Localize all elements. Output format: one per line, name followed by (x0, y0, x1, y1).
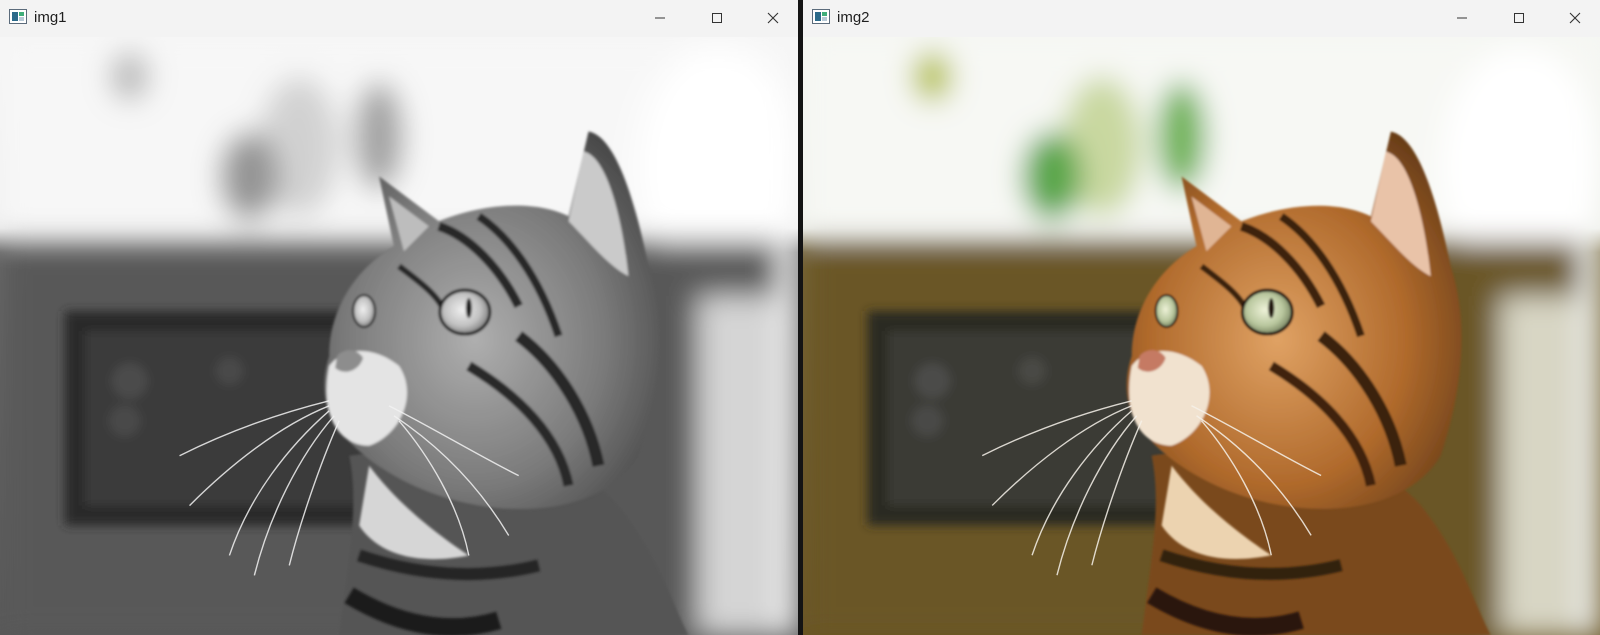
close-button[interactable] (1552, 0, 1598, 36)
window-title: img1 (34, 9, 67, 26)
maximize-button[interactable] (694, 0, 740, 36)
app-icon (9, 9, 27, 24)
maximize-icon (1514, 13, 1524, 23)
minimize-icon (1457, 17, 1467, 19)
cat-photo-color (803, 37, 1600, 635)
minimize-button[interactable] (637, 0, 683, 36)
minimize-icon (655, 17, 665, 19)
titlebar[interactable]: img2 (803, 0, 1600, 37)
close-icon (1569, 12, 1581, 24)
cat-photo-grayscale (0, 37, 798, 635)
image-canvas (0, 37, 798, 635)
minimize-button[interactable] (1439, 0, 1485, 36)
maximize-button[interactable] (1496, 0, 1542, 36)
app-icon (812, 9, 830, 24)
maximize-icon (712, 13, 722, 23)
titlebar[interactable]: img1 (0, 0, 798, 37)
close-button[interactable] (750, 0, 796, 36)
image-window-img1[interactable]: img1 (0, 0, 798, 635)
window-title: img2 (837, 9, 870, 26)
image-canvas (803, 37, 1600, 635)
image-window-img2[interactable]: img2 (803, 0, 1600, 635)
close-icon (767, 12, 779, 24)
